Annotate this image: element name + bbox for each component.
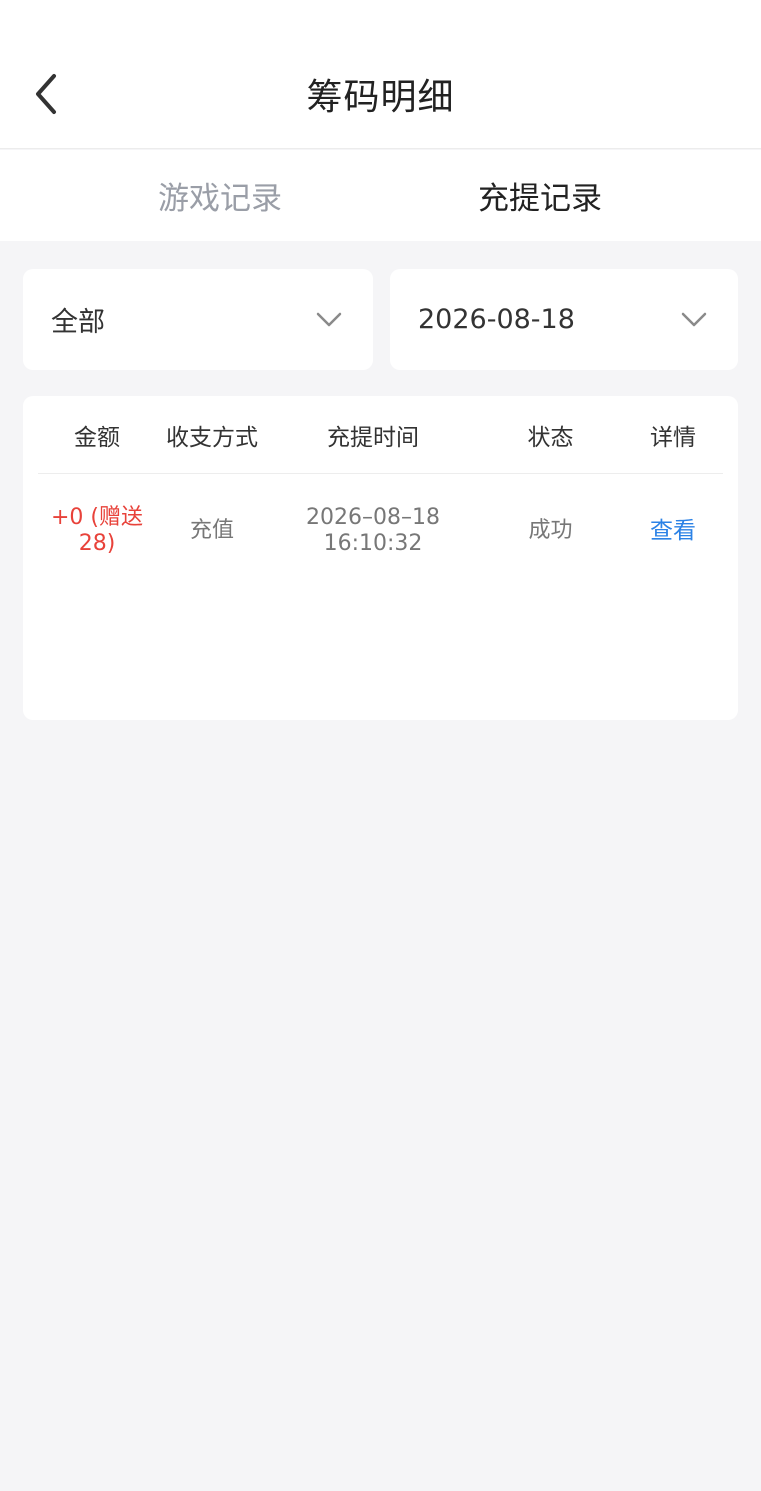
view-details-link[interactable]: 查看 xyxy=(623,486,723,576)
table-header: 金额 收支方式 充提时间 状态 详情 xyxy=(38,396,723,474)
column-header-time: 充提时间 xyxy=(327,425,419,451)
amount-cell: +0 (赠送 28) xyxy=(38,486,156,576)
date-filter-value: 2026-08-18 xyxy=(418,304,575,335)
status-cell: 成功 xyxy=(528,518,573,543)
type-filter-value: 全部 xyxy=(51,307,105,338)
tab-game-records[interactable]: 游戏记录 xyxy=(120,150,320,241)
date-filter-dropdown[interactable]: 2026-08-18 xyxy=(390,269,738,370)
amount-line: +0 (赠送 xyxy=(50,505,143,530)
tab-bar: 游戏记录 充提记录 xyxy=(0,150,761,241)
records-table: 金额 收支方式 充提时间 状态 详情 +0 (赠送 28) 充值 2026–08… xyxy=(23,396,738,720)
page-title: 筹码明细 xyxy=(306,77,455,118)
time-text: 16:10:32 xyxy=(323,531,423,556)
chevron-down-icon xyxy=(681,312,707,327)
amount-line: 28) xyxy=(78,531,116,556)
column-header-details: 详情 xyxy=(650,425,696,451)
chevron-down-icon xyxy=(316,312,342,327)
date-text: 2026–08–18 xyxy=(306,505,440,530)
type-filter-dropdown[interactable]: 全部 xyxy=(23,269,373,370)
column-header-method: 收支方式 xyxy=(166,425,258,451)
tab-deposit-withdraw-records[interactable]: 充提记录 xyxy=(440,150,640,241)
time-cell: 2026–08–18 16:10:32 xyxy=(268,486,478,576)
column-header-amount: 金额 xyxy=(74,425,120,451)
table-row: +0 (赠送 28) 充值 2026–08–18 16:10:32 成功 查看 xyxy=(38,486,723,576)
column-header-status: 状态 xyxy=(527,425,574,451)
method-cell: 充值 xyxy=(189,518,234,543)
header: 筹码明细 xyxy=(0,0,761,149)
app: 筹码明细 游戏记录 充提记录 全部 2026-08-18 金额 收支方式 充提时… xyxy=(0,0,761,1491)
